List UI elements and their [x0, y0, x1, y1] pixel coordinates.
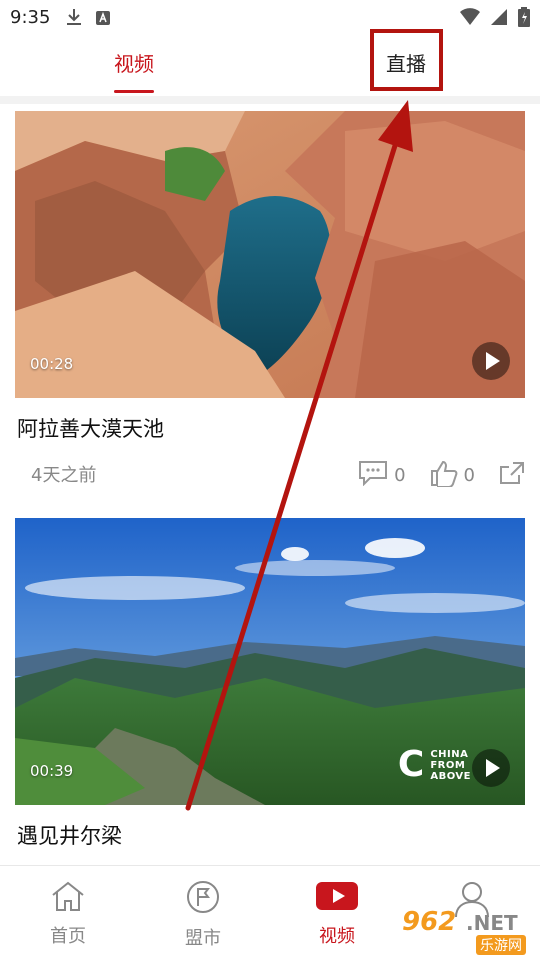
share-icon[interactable] — [499, 461, 525, 490]
status-time: 9:35 — [10, 7, 51, 28]
comment-count: 0 — [394, 465, 406, 486]
download-icon — [66, 8, 82, 30]
like-count: 0 — [463, 465, 475, 486]
nav-league-city-label: 盟市 — [185, 928, 221, 949]
video-card[interactable]: 00:39 C CHINA FROM ABOVE 遇见井尔梁 — [15, 518, 525, 858]
wifi-icon — [460, 8, 480, 30]
play-icon[interactable] — [472, 749, 510, 787]
china-from-above-logo: C CHINA FROM ABOVE — [397, 744, 471, 785]
desert-lake-image — [15, 111, 525, 398]
battery-charging-icon — [518, 7, 530, 31]
video-play-icon — [316, 882, 358, 916]
nav-home-label: 首页 — [50, 926, 86, 947]
signal-icon — [490, 8, 508, 30]
status-bar: 9:35 — [0, 0, 540, 36]
comment-icon[interactable] — [358, 460, 388, 491]
tab-video-label: 视频 — [114, 52, 154, 76]
nav-video[interactable]: 视频 — [297, 880, 377, 948]
video-thumbnail[interactable]: 00:28 — [15, 111, 525, 398]
video-thumbnail[interactable]: 00:39 C CHINA FROM ABOVE — [15, 518, 525, 805]
nav-home[interactable]: 首页 — [28, 880, 108, 948]
video-title[interactable]: 遇见井尔梁 — [17, 820, 122, 850]
video-card[interactable]: 00:28 阿拉善大漠天池 4天之前 0 0 — [15, 111, 525, 511]
video-duration: 00:39 — [30, 762, 74, 780]
nav-video-label: 视频 — [319, 926, 355, 947]
active-tab-indicator — [114, 90, 154, 93]
flag-icon — [185, 881, 221, 918]
play-icon[interactable] — [472, 342, 510, 380]
video-duration: 00:28 — [30, 355, 74, 373]
like-icon[interactable] — [430, 459, 458, 492]
nav-league-city[interactable]: 盟市 — [163, 880, 243, 950]
site-watermark-logo: 962 .NET 乐游网 — [400, 905, 535, 955]
annotation-highlight-box — [370, 29, 443, 91]
divider — [0, 96, 540, 104]
video-post-time: 4天之前 — [31, 465, 97, 486]
video-title[interactable]: 阿拉善大漠天池 — [17, 413, 164, 443]
tab-video[interactable]: 视频 — [114, 48, 154, 93]
top-tab-bar: 视频 直播 — [0, 36, 540, 96]
home-icon — [50, 881, 86, 916]
app-notification-icon — [96, 10, 110, 29]
